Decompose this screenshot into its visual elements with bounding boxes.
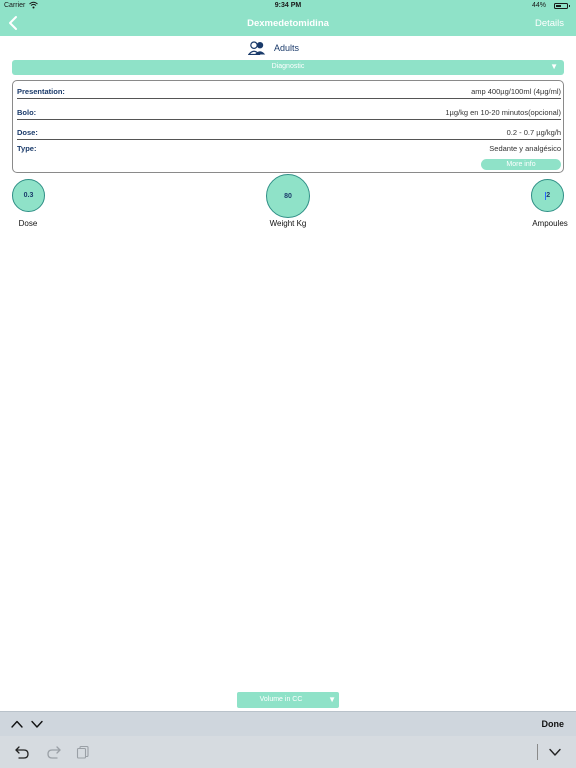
ampoules-value: 2 — [546, 192, 551, 199]
dose-input[interactable]: 0.3 — [12, 179, 45, 212]
battery-icon — [554, 3, 570, 9]
type-value: Sedante y analgésico — [489, 144, 561, 153]
drug-info-card: Presentation: amp 400µg/100ml (4µg/ml) B… — [12, 80, 564, 173]
presentation-row: Presentation: amp 400µg/100ml (4µg/ml) — [17, 83, 561, 99]
weight-input[interactable]: 80 — [266, 174, 310, 218]
presentation-label: Presentation: — [17, 87, 65, 96]
chevron-up-icon[interactable] — [10, 717, 24, 731]
users-icon — [248, 41, 266, 55]
details-button[interactable]: Details — [535, 18, 564, 29]
type-label: Type: — [17, 144, 37, 153]
chevron-down-icon[interactable] — [30, 717, 44, 731]
bolo-label: Bolo: — [17, 108, 37, 117]
volume-dropdown[interactable]: Volume in CC ▼ — [237, 692, 339, 708]
battery-percent: 44% — [531, 2, 546, 9]
clock: 9:34 PM — [274, 2, 302, 9]
keyboard-hide-icon[interactable] — [548, 745, 562, 759]
dose-row: Dose: 0.2 - 0.7 µg/kg/h — [17, 124, 561, 140]
population-selector[interactable]: Adults — [248, 40, 299, 56]
diagnostic-placeholder: Diagnostic — [271, 63, 305, 70]
toolbar-divider — [537, 744, 538, 760]
status-bar: Carrier 9:34 PM 44% — [0, 0, 576, 12]
undo-icon[interactable] — [14, 745, 30, 759]
ampoules-input[interactable]: 2 — [531, 179, 564, 212]
done-button[interactable]: Done — [542, 719, 565, 729]
paste-icon[interactable] — [76, 745, 90, 759]
diagnostic-dropdown[interactable]: Diagnostic ▼ — [12, 60, 564, 75]
volume-label: Volume in CC — [259, 696, 303, 703]
weight-input-label: Weight Kg — [269, 219, 307, 228]
dropdown-arrow-icon: ▼ — [328, 695, 336, 704]
population-label: Adults — [274, 43, 300, 53]
page-title: Dexmedetomidina — [247, 18, 329, 29]
dose-value: 0.2 - 0.7 µg/kg/h — [506, 128, 561, 137]
top-bar: Carrier 9:34 PM 44% Dexmedetomidina Deta… — [0, 0, 576, 36]
bolo-value: 1µg/kg en 10-20 minutos(opcional) — [445, 108, 561, 117]
more-info-button[interactable]: More info — [481, 159, 561, 170]
bolo-row: Bolo: 1µg/kg en 10-20 minutos(opcional) — [17, 104, 561, 120]
dropdown-arrow-icon: ▼ — [550, 62, 558, 71]
presentation-value: amp 400µg/100ml (4µg/ml) — [471, 87, 561, 96]
keyboard-accessory-bar: Done — [0, 711, 576, 736]
ampoules-input-label: Ampoules — [532, 219, 568, 228]
keyboard-shortcut-bar — [0, 736, 576, 768]
redo-icon[interactable] — [46, 745, 62, 759]
dose-label: Dose: — [17, 128, 38, 137]
dose-input-label: Dose — [18, 219, 38, 228]
type-row: Type: Sedante y analgésico — [17, 140, 561, 156]
